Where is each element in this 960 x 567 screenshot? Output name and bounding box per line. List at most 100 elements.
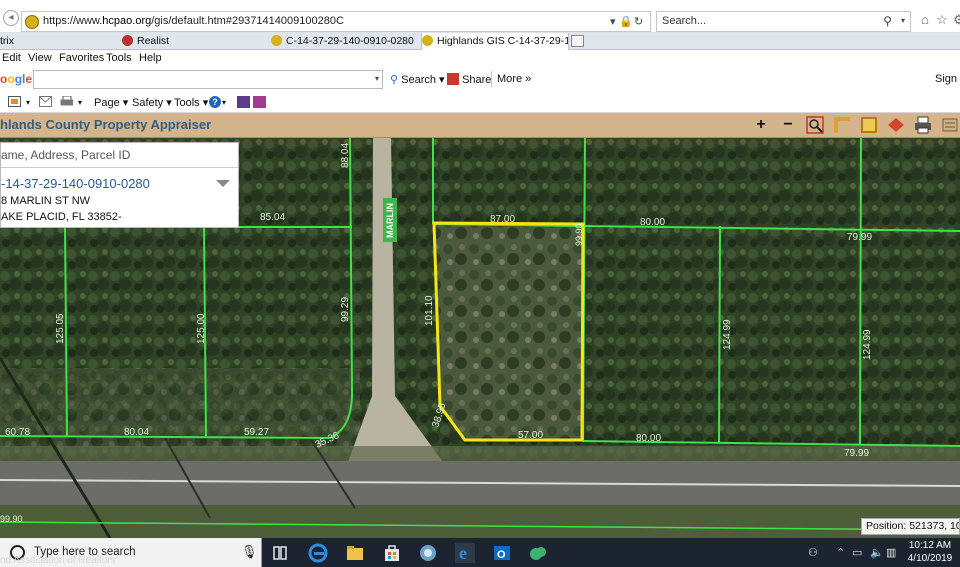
area-icon[interactable] xyxy=(860,116,878,134)
parcel-search-input[interactable]: ame, Address, Parcel ID xyxy=(1,143,238,168)
dimension-label: 87.00 xyxy=(490,214,515,225)
outlook-icon[interactable]: O xyxy=(492,543,512,563)
zoom-box-icon[interactable] xyxy=(806,116,824,134)
tab-parcel-record[interactable]: C-14-37-29-140-0910-0280 - Hi... xyxy=(271,33,417,50)
zoom-out-icon[interactable]: − xyxy=(779,116,797,134)
dimension-label: 60.78 xyxy=(5,427,30,438)
dimension-label: 88.04 xyxy=(340,143,351,168)
help-icon[interactable]: ? xyxy=(209,96,221,108)
tab-realist[interactable]: Realist xyxy=(122,33,268,50)
menu-bar: Edit View Favorites Tools Help xyxy=(0,50,960,67)
file-explorer-icon[interactable] xyxy=(345,543,365,563)
chevron-down-icon[interactable]: ▾ xyxy=(375,74,379,83)
task-view-icon[interactable] xyxy=(270,543,290,563)
feeds-icon[interactable] xyxy=(8,96,21,107)
menu-favorites[interactable]: Favorites xyxy=(59,52,104,64)
url-field[interactable]: https://www.hcpao.org/gis/default.htm#29… xyxy=(21,11,651,32)
cloud-app-icon[interactable] xyxy=(528,543,548,563)
dimension-label: 99.90 xyxy=(574,223,584,246)
battery-icon[interactable]: ▭ xyxy=(852,546,862,559)
chevron-down-icon[interactable]: ▾ xyxy=(222,98,226,107)
menu-tools[interactable]: Tools xyxy=(106,52,132,64)
new-tab-button[interactable] xyxy=(571,35,584,47)
svg-text:O: O xyxy=(497,549,506,561)
mail-icon[interactable] xyxy=(39,96,52,107)
refresh-icon[interactable]: ↻ xyxy=(634,15,643,28)
dimension-label: 57.00 xyxy=(518,430,543,441)
dimension-label: 85.04 xyxy=(260,212,285,223)
tab-label: C-14-37-29-140-0910-0280 - Hi... xyxy=(286,35,417,47)
realist-icon xyxy=(122,35,133,46)
people-icon[interactable]: ⚇ xyxy=(808,546,818,559)
page-title: hlands County Property Appraiser xyxy=(0,117,212,132)
parcel-id[interactable]: -14-37-29-140-0910-0280 xyxy=(1,176,150,191)
tools-menu[interactable]: Tools ▾ xyxy=(174,96,208,109)
tab-label: Realist xyxy=(137,35,170,47)
tab-matrix[interactable]: trix xyxy=(0,33,115,50)
page-menu[interactable]: Page ▾ xyxy=(94,96,128,109)
map-position-readout: Position: 521373, 106 xyxy=(861,518,960,535)
search-icon[interactable]: ⚲ xyxy=(883,14,892,28)
edge-browser-icon[interactable] xyxy=(308,543,328,563)
google-toolbar: oogle ▾ ⚲ Search ▾ Share More » Sign In xyxy=(0,67,960,91)
store-icon[interactable] xyxy=(382,543,402,563)
dimension-label: 99.29 xyxy=(340,297,351,322)
search-placeholder: ame, Address, Parcel ID xyxy=(1,148,131,162)
identify-icon[interactable] xyxy=(887,116,905,134)
onenote-icon[interactable] xyxy=(253,96,266,108)
more-button[interactable]: More » xyxy=(497,73,531,85)
measure-icon[interactable] xyxy=(833,116,851,134)
google-search-input[interactable]: ▾ xyxy=(33,70,383,89)
menu-help[interactable]: Help xyxy=(139,52,162,64)
google-logo: oogle xyxy=(0,72,33,86)
search-icon: ⚲ xyxy=(390,74,399,86)
favorites-star-icon[interactable]: ☆ xyxy=(935,13,949,27)
print-map-icon[interactable] xyxy=(914,116,932,134)
microphone-icon[interactable]: 🎙 xyxy=(241,544,258,560)
site-favicon-icon xyxy=(422,35,433,46)
settings-gear-icon[interactable]: ⚙ xyxy=(952,13,960,27)
tab-bar: trix Realist C-14-37-29-140-0910-0280 - … xyxy=(0,33,960,50)
dimension-label: 59.27 xyxy=(244,427,269,438)
share-button[interactable]: Share xyxy=(447,73,491,86)
layers-icon[interactable] xyxy=(941,116,959,134)
clock-time: 10:12 AM xyxy=(908,540,952,551)
research-icon[interactable] xyxy=(237,96,250,108)
google-search-button[interactable]: ⚲ Search ▾ xyxy=(390,73,445,86)
volume-icon[interactable]: 🔈 xyxy=(870,546,884,559)
menu-edit[interactable]: Edit xyxy=(2,52,21,64)
dropdown-icon[interactable]: ▾ xyxy=(610,15,616,28)
sign-in-link[interactable]: Sign In xyxy=(935,73,960,85)
command-bar: ▾ ▾ Page ▾ Safety ▾ Tools ▾ ? ▾ xyxy=(0,91,960,113)
home-icon[interactable]: ⌂ xyxy=(918,13,932,27)
site-favicon-icon xyxy=(25,15,39,29)
app-icon[interactable] xyxy=(418,543,438,563)
chevron-down-icon[interactable] xyxy=(216,180,230,187)
chevron-up-icon[interactable]: ⌃ xyxy=(836,546,845,559)
search-dropdown-icon[interactable]: ▾ xyxy=(901,16,905,25)
print-icon[interactable] xyxy=(60,96,73,107)
divider xyxy=(491,71,492,87)
dimension-label: 80.00 xyxy=(640,217,665,228)
zoom-in-icon[interactable]: + xyxy=(752,116,770,134)
menu-view[interactable]: View xyxy=(28,52,52,64)
dimension-label: 124.99 xyxy=(722,319,733,350)
search-placeholder: Search... xyxy=(662,15,707,27)
chevron-down-icon[interactable]: ▾ xyxy=(26,98,30,107)
parcel-address-line2: AKE PLACID, FL 33852- xyxy=(1,211,122,223)
address-bar-row: ◂ https://www.hcpao.org/gis/default.htm#… xyxy=(0,0,960,33)
dimension-label: 124.99 xyxy=(862,329,873,360)
lock-icon[interactable]: 🔒 xyxy=(619,15,633,28)
svg-text:e: e xyxy=(459,543,467,563)
network-icon[interactable]: ▥ xyxy=(886,546,896,559)
safety-menu[interactable]: Safety ▾ xyxy=(132,96,172,109)
internet-explorer-icon[interactable]: e xyxy=(455,543,475,563)
back-icon[interactable]: ◂ xyxy=(3,10,19,26)
site-favicon-icon xyxy=(271,35,282,46)
chevron-down-icon[interactable]: ▾ xyxy=(78,98,82,107)
system-clock[interactable]: 10:12 AM 4/10/2019 xyxy=(900,539,960,565)
dimension-label: 101.10 xyxy=(424,295,435,326)
tab-highlands-gis[interactable]: Highlands GIS C-14-37-29-1...✕ xyxy=(421,33,569,50)
tab-label: Highlands GIS C-14-37-29-1... xyxy=(437,35,569,47)
browser-search-field[interactable]: Search... ⚲ ▾ xyxy=(656,11,911,32)
